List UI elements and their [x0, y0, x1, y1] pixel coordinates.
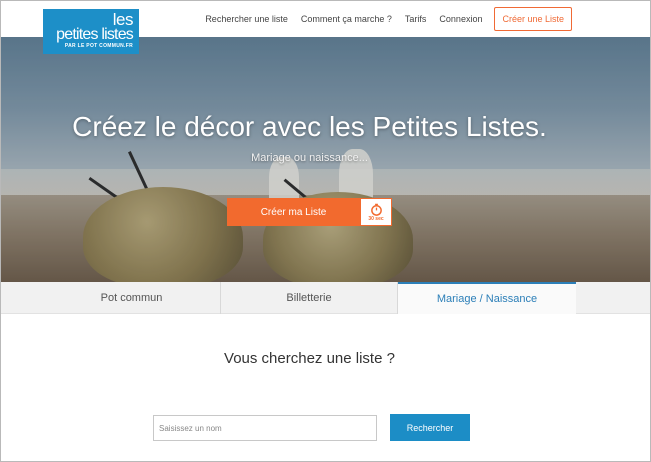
tab-billetterie[interactable]: Billetterie	[221, 282, 398, 314]
logo-line-1: les	[112, 10, 134, 29]
nav-search-list[interactable]: Rechercher une liste	[205, 14, 288, 24]
timer-label: 30 sec	[368, 215, 384, 222]
logo-tagline: PAR LE POT COMMUN.FR	[64, 43, 133, 49]
main-nav: Rechercher une liste Comment ça marche ?…	[205, 1, 650, 37]
tab-pot-commun[interactable]: Pot commun	[43, 282, 221, 314]
nav-how-it-works[interactable]: Comment ça marche ?	[301, 14, 392, 24]
nav-pricing[interactable]: Tarifs	[405, 14, 427, 24]
timer-badge: 30 sec	[360, 198, 392, 226]
hero-banner: Créez le décor avec les Petites Listes. …	[1, 37, 650, 282]
search-button[interactable]: Rechercher	[390, 414, 470, 441]
create-my-list-button[interactable]: Créer ma Liste	[227, 198, 360, 226]
category-tabs: Pot commun Billetterie Mariage / Naissan…	[1, 282, 650, 314]
search-input[interactable]	[153, 415, 377, 441]
tab-mariage-naissance[interactable]: Mariage / Naissance	[398, 282, 576, 314]
create-list-button[interactable]: Créer une Liste	[494, 7, 572, 31]
site-header: les petites listes PAR LE POT COMMUN.FR …	[1, 1, 650, 54]
site-logo[interactable]: les petites listes PAR LE POT COMMUN.FR	[43, 9, 139, 54]
stopwatch-icon	[370, 203, 382, 216]
logo-line-2: petites listes	[56, 26, 134, 43]
search-heading: Vous cherchez une liste ?	[224, 350, 395, 367]
hero-title: Créez le décor avec les Petites Listes.	[72, 111, 547, 142]
hero-subtitle: Mariage ou naissance...	[251, 152, 368, 164]
nav-login[interactable]: Connexion	[439, 14, 482, 24]
browser-frame: les petites listes PAR LE POT COMMUN.FR …	[0, 0, 651, 462]
